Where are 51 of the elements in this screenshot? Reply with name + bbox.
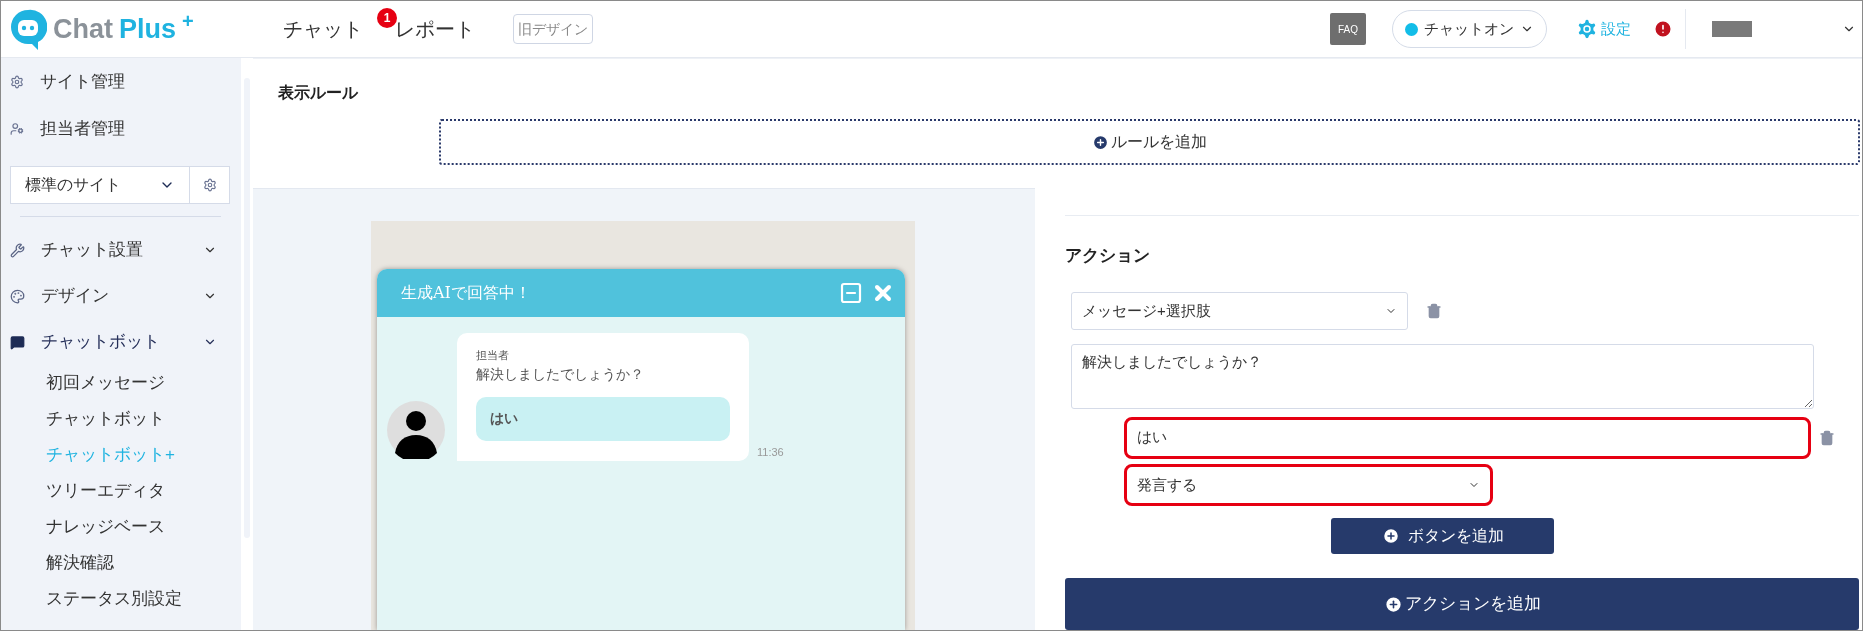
sidebar-item[interactable]: 担当者管理 xyxy=(10,106,241,152)
sidebar-subitem[interactable]: ステータス別設定 xyxy=(10,581,241,617)
sidebar-section[interactable]: チャット設置 xyxy=(10,227,241,273)
logo-icon xyxy=(9,8,47,50)
choice-label-field[interactable]: はい xyxy=(1124,416,1811,459)
site-select[interactable]: 標準のサイト xyxy=(10,166,190,204)
message-textarea[interactable]: 解決しましたでしょうか？ xyxy=(1071,343,1814,409)
trash-icon[interactable] xyxy=(1426,302,1442,319)
chat-bubbles-icon xyxy=(10,334,25,350)
trash-icon[interactable] xyxy=(1819,429,1835,446)
operator-name: 担当者 xyxy=(476,348,510,363)
add-rule-button[interactable]: ルールを追加 xyxy=(439,119,1860,165)
add-choice-button[interactable]: ボタンを追加 xyxy=(1331,517,1554,555)
faq-button[interactable]: FAQ xyxy=(1330,13,1366,45)
logo-accent: Plus xyxy=(119,12,177,46)
plus-circle-icon xyxy=(1381,527,1400,545)
sidebar-section[interactable]: デザイン xyxy=(10,273,241,319)
gear-icon xyxy=(10,75,24,89)
sidebar-subitem[interactable]: 解決確認 xyxy=(10,545,241,581)
plus-circle-icon xyxy=(1383,594,1403,614)
nav-link[interactable]: チャット xyxy=(281,14,365,44)
old-design-button[interactable]: 旧デザイン xyxy=(513,14,593,44)
add-action-button[interactable]: アクションを追加 xyxy=(1065,578,1859,630)
sidebar-subitem[interactable]: ツリーエディタ xyxy=(10,473,241,509)
section-title: アクション xyxy=(1065,245,1151,267)
sidebar-section[interactable]: チャットボット xyxy=(10,319,241,365)
chat-message: 解決しましたでしょうか？ xyxy=(476,364,645,384)
chat-title: 生成AIで回答中！ xyxy=(401,282,532,304)
gear-icon xyxy=(202,178,217,192)
user-name-block xyxy=(1712,21,1752,37)
tools-icon xyxy=(10,242,25,258)
site-settings-button[interactable] xyxy=(190,166,230,204)
sidebar-subitem[interactable]: 初回メッセージ xyxy=(10,365,241,401)
message-time: 11:36 xyxy=(757,445,784,460)
plus-circle-icon xyxy=(1092,133,1109,151)
sidebar-subitem[interactable]: ナレッジベース xyxy=(10,509,241,545)
alert-icon[interactable] xyxy=(1653,19,1673,39)
user-gear-icon xyxy=(10,122,24,136)
logo-text: Chat xyxy=(53,12,113,46)
minimize-icon[interactable] xyxy=(839,281,863,305)
settings-icon xyxy=(1575,17,1599,41)
choice-button[interactable]: はい xyxy=(476,396,730,441)
sidebar-subitem[interactable]: チャットボット xyxy=(10,401,241,437)
sidebar-item[interactable]: サイト管理 xyxy=(10,59,241,105)
notification-badge: 1 xyxy=(377,8,397,28)
avatar-icon xyxy=(387,400,445,459)
section-title: 表示ルール xyxy=(277,83,359,103)
choice-behavior-select[interactable]: 発言する xyxy=(1124,463,1493,506)
action-type-select[interactable]: メッセージ+選択肢 xyxy=(1071,291,1408,330)
logo-plus: + xyxy=(182,9,194,34)
palette-icon xyxy=(10,288,25,304)
